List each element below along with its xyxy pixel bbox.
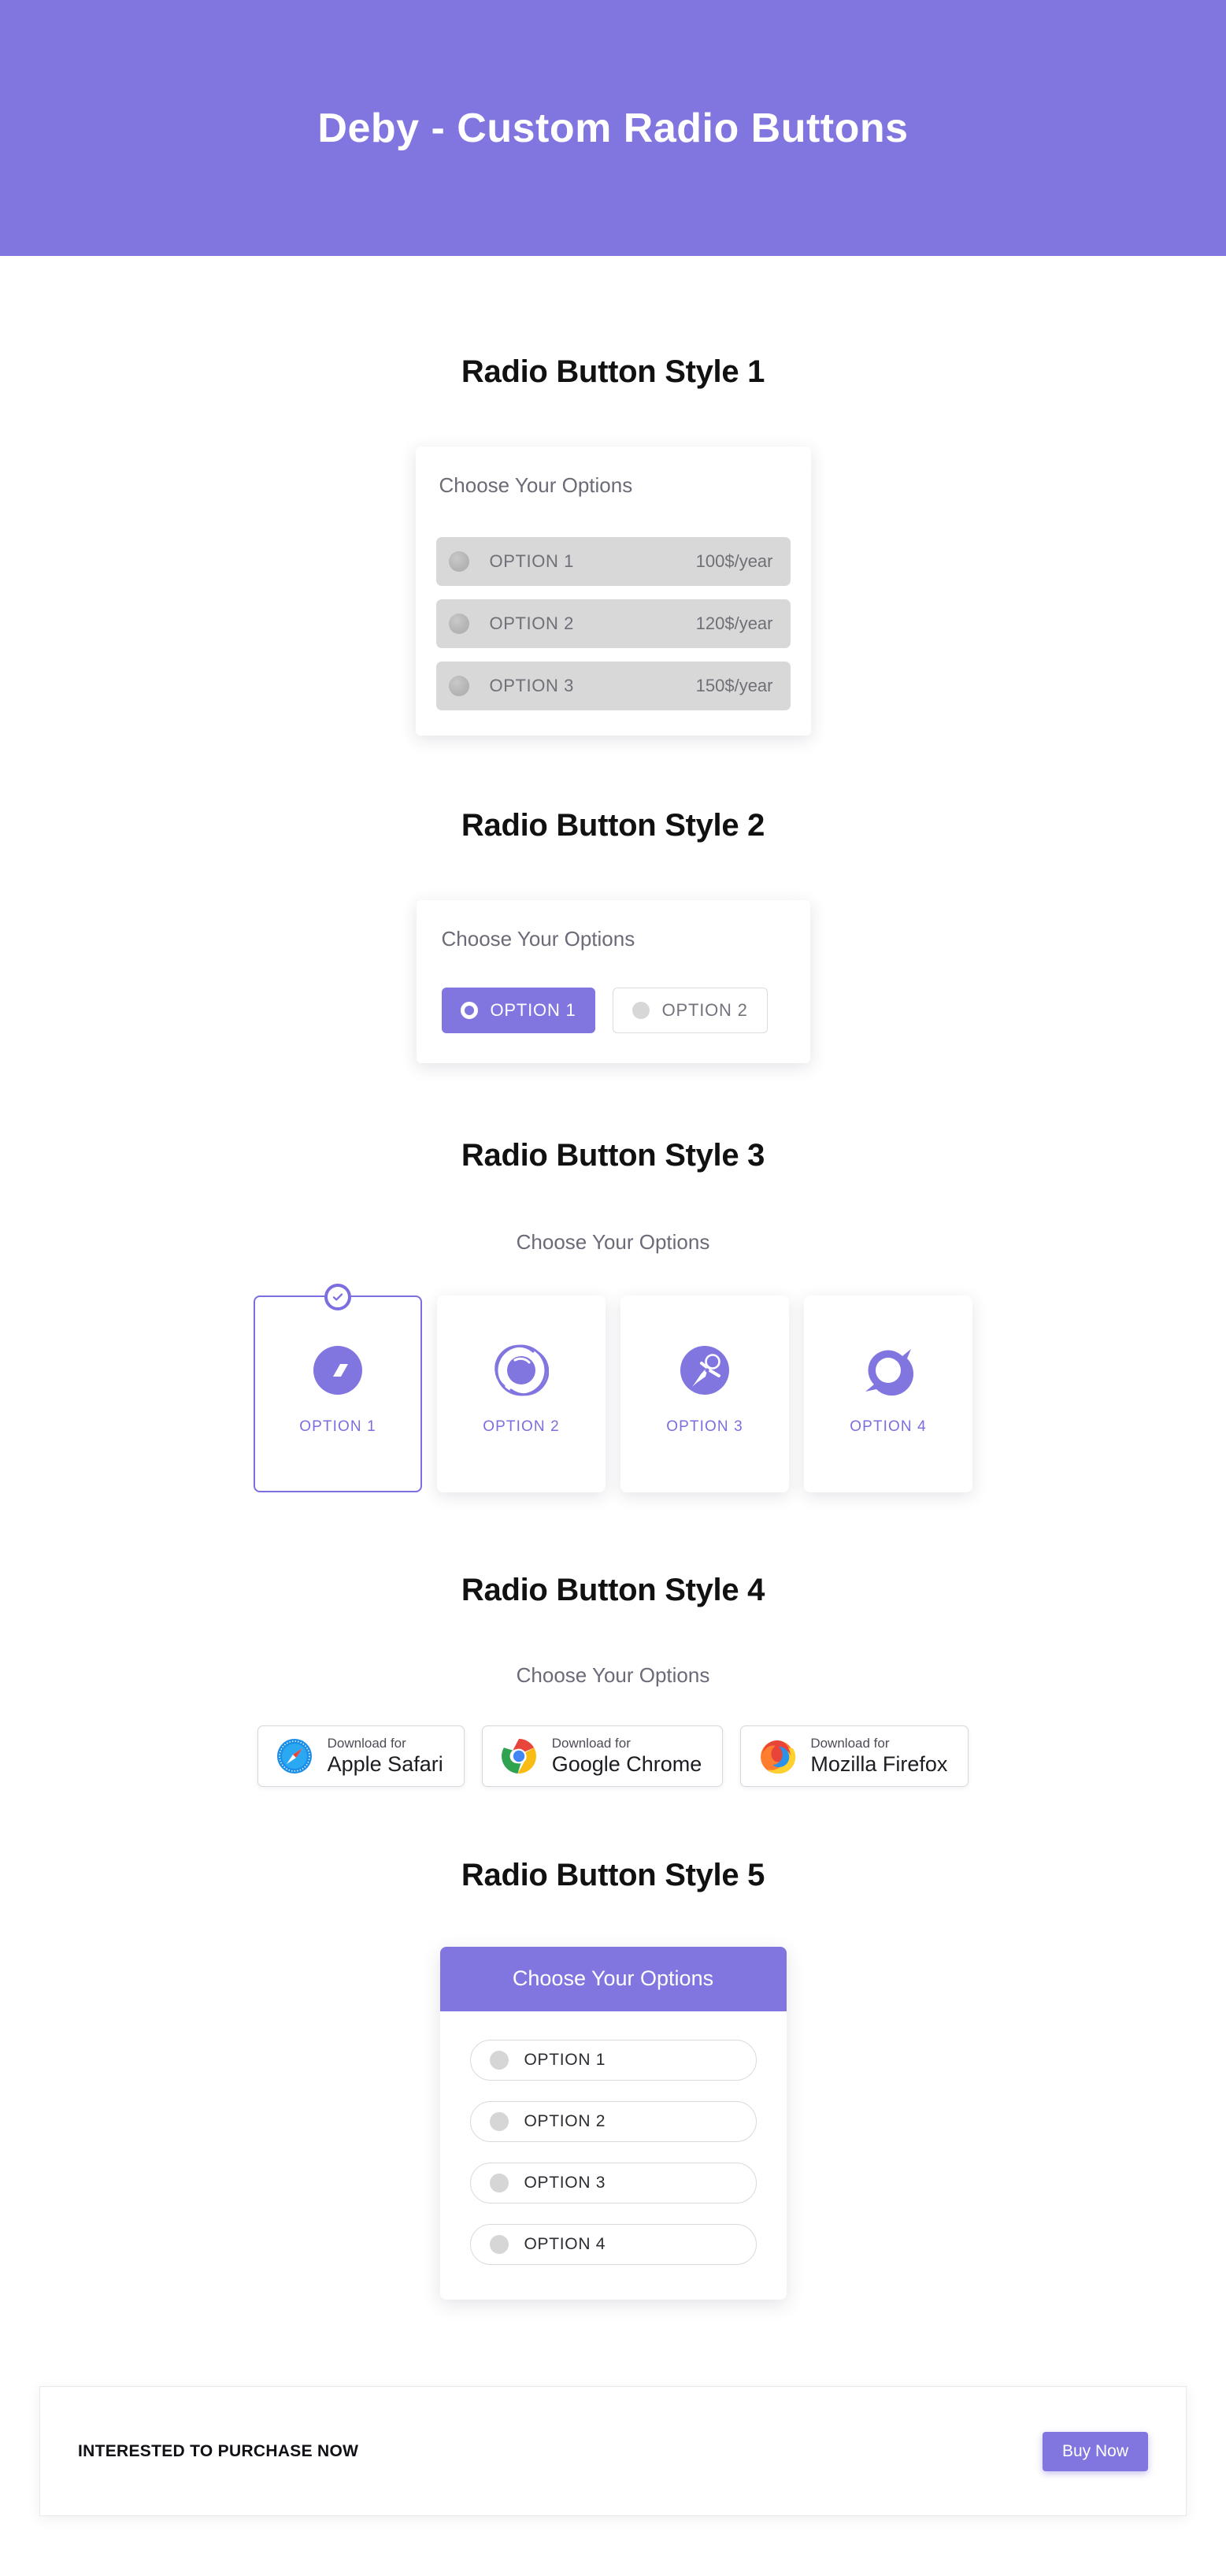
style4-option-prefix: Download for <box>810 1736 890 1751</box>
safari-icon <box>276 1737 313 1775</box>
style1-option-label: OPTION 3 <box>489 676 574 695</box>
style4-option-list: Download for Apple Safari Download for G… <box>0 1725 1226 1787</box>
style3-option-label: OPTION 1 <box>299 1418 376 1435</box>
check-icon <box>332 1293 343 1301</box>
style4-option-label: Apple Safari <box>327 1752 443 1777</box>
style4-option-prefix: Download for <box>327 1736 406 1751</box>
style1-option-row[interactable]: OPTION 1 100$/year <box>435 537 791 586</box>
style3-option-label: OPTION 3 <box>666 1418 743 1435</box>
purchase-text: INTERESTED TO PURCHASE NOW <box>78 2441 359 2460</box>
spiral-circle-icon <box>492 1341 550 1399</box>
style2-option-list: OPTION 1 OPTION 2 <box>441 988 785 1033</box>
style2-option-selected[interactable]: OPTION 1 <box>441 988 595 1033</box>
style3-option-label: OPTION 2 <box>483 1418 560 1435</box>
page-header: Deby - Custom Radio Buttons <box>0 0 1226 256</box>
style2-option[interactable]: OPTION 2 <box>612 988 768 1033</box>
style5-option-row[interactable]: OPTION 3 <box>469 2163 757 2203</box>
purchase-bar: INTERESTED TO PURCHASE NOW Buy Now <box>39 2386 1187 2516</box>
style4-option-prefix: Download for <box>551 1736 631 1751</box>
section-style-5: Radio Button Style 5 Choose Your Options… <box>0 1787 1226 2300</box>
page-title: Deby - Custom Radio Buttons <box>317 105 909 151</box>
style5-card-label: Choose Your Options <box>439 1947 787 2011</box>
section-title-style-3: Radio Button Style 3 <box>461 1138 765 1173</box>
style1-option-list: OPTION 1 100$/year OPTION 2 120$/year OP… <box>435 537 791 710</box>
style5-option-row[interactable]: OPTION 4 <box>469 2224 757 2265</box>
style4-option-label: Google Chrome <box>551 1752 702 1777</box>
style2-card: Choose Your Options OPTION 1 OPTION 2 <box>416 900 810 1063</box>
style5-card: Choose Your Options OPTION 1 OPTION 2 OP… <box>439 1947 787 2300</box>
style1-option-row[interactable]: OPTION 3 150$/year <box>435 662 791 710</box>
astronaut-circle-icon <box>676 1341 734 1399</box>
radio-dot-icon[interactable] <box>489 2112 509 2131</box>
style5-option-label: OPTION 1 <box>524 2051 606 2069</box>
style1-option-price: 120$/year <box>695 613 773 633</box>
style3-option-card[interactable]: OPTION 3 <box>620 1295 789 1492</box>
radio-dot-icon[interactable] <box>489 2174 509 2192</box>
style4-option-label: Mozilla Firefox <box>810 1752 948 1777</box>
radio-dot-icon[interactable] <box>632 1002 650 1019</box>
style1-card-label: Choose Your Options <box>439 473 633 497</box>
firefox-icon <box>758 1737 796 1775</box>
section-style-2: Radio Button Style 2 Choose Your Options… <box>0 736 1226 1063</box>
section-style-4: Radio Button Style 4 Choose Your Options… <box>0 1503 1226 1787</box>
radio-dot-icon[interactable] <box>448 676 469 696</box>
style5-option-list: OPTION 1 OPTION 2 OPTION 3 OPTION 4 <box>440 2011 787 2300</box>
style3-option-card[interactable]: OPTION 2 <box>437 1295 606 1492</box>
style4-option-safari[interactable]: Download for Apple Safari <box>257 1725 465 1787</box>
radio-dot-icon[interactable] <box>489 2051 509 2070</box>
abstract-o-icon <box>859 1341 917 1399</box>
style1-option-price: 100$/year <box>695 551 773 571</box>
section-title-style-1: Radio Button Style 1 <box>461 354 765 389</box>
style4-option-chrome[interactable]: Download for Google Chrome <box>481 1725 724 1787</box>
style3-option-label: OPTION 4 <box>850 1418 927 1435</box>
style1-option-price: 150$/year <box>695 676 773 695</box>
parallelogram-circle-icon <box>309 1341 367 1399</box>
style3-option-card-selected[interactable]: OPTION 1 <box>254 1284 422 1492</box>
style5-option-row[interactable]: OPTION 2 <box>469 2101 757 2142</box>
style4-option-firefox[interactable]: Download for Mozilla Firefox <box>740 1725 969 1787</box>
section-style-1: Radio Button Style 1 Choose Your Options… <box>0 256 1226 736</box>
radio-dot-icon[interactable] <box>489 2235 509 2254</box>
radio-dot-icon[interactable] <box>448 613 469 634</box>
style5-option-label: OPTION 2 <box>524 2112 606 2130</box>
style1-option-label: OPTION 2 <box>489 613 574 633</box>
section-title-style-5: Radio Button Style 5 <box>461 1858 765 1892</box>
section-style-3: Radio Button Style 3 Choose Your Options… <box>0 1063 1226 1503</box>
section-title-style-2: Radio Button Style 2 <box>461 808 765 843</box>
style3-card-label: Choose Your Options <box>516 1230 710 1254</box>
radio-dot-icon[interactable] <box>448 551 469 572</box>
style1-card: Choose Your Options OPTION 1 100$/year O… <box>415 447 811 736</box>
footer-wrapper: INTERESTED TO PURCHASE NOW Buy Now <box>0 2300 1226 2552</box>
buy-now-button[interactable]: Buy Now <box>1042 2431 1148 2471</box>
style3-option-list: OPTION 1 OPTION 2 OPTION 3 OPTION 4 <box>0 1284 1226 1503</box>
section-title-style-4: Radio Button Style 4 <box>461 1573 765 1607</box>
style5-option-label: OPTION 4 <box>524 2235 606 2253</box>
style3-option-card[interactable]: OPTION 4 <box>804 1295 972 1492</box>
style1-option-row[interactable]: OPTION 2 120$/year <box>435 599 791 648</box>
check-badge <box>324 1284 351 1310</box>
style4-card-label: Choose Your Options <box>516 1663 710 1687</box>
chrome-icon <box>500 1737 538 1775</box>
style5-option-label: OPTION 3 <box>524 2174 606 2192</box>
style2-option-label: OPTION 2 <box>661 1000 748 1020</box>
style2-option-label: OPTION 1 <box>490 1000 576 1020</box>
radio-ring-icon[interactable] <box>460 1002 478 1019</box>
style1-option-label: OPTION 1 <box>489 551 574 571</box>
style2-card-label: Choose Your Options <box>441 927 635 951</box>
style5-option-row[interactable]: OPTION 1 <box>469 2040 757 2081</box>
